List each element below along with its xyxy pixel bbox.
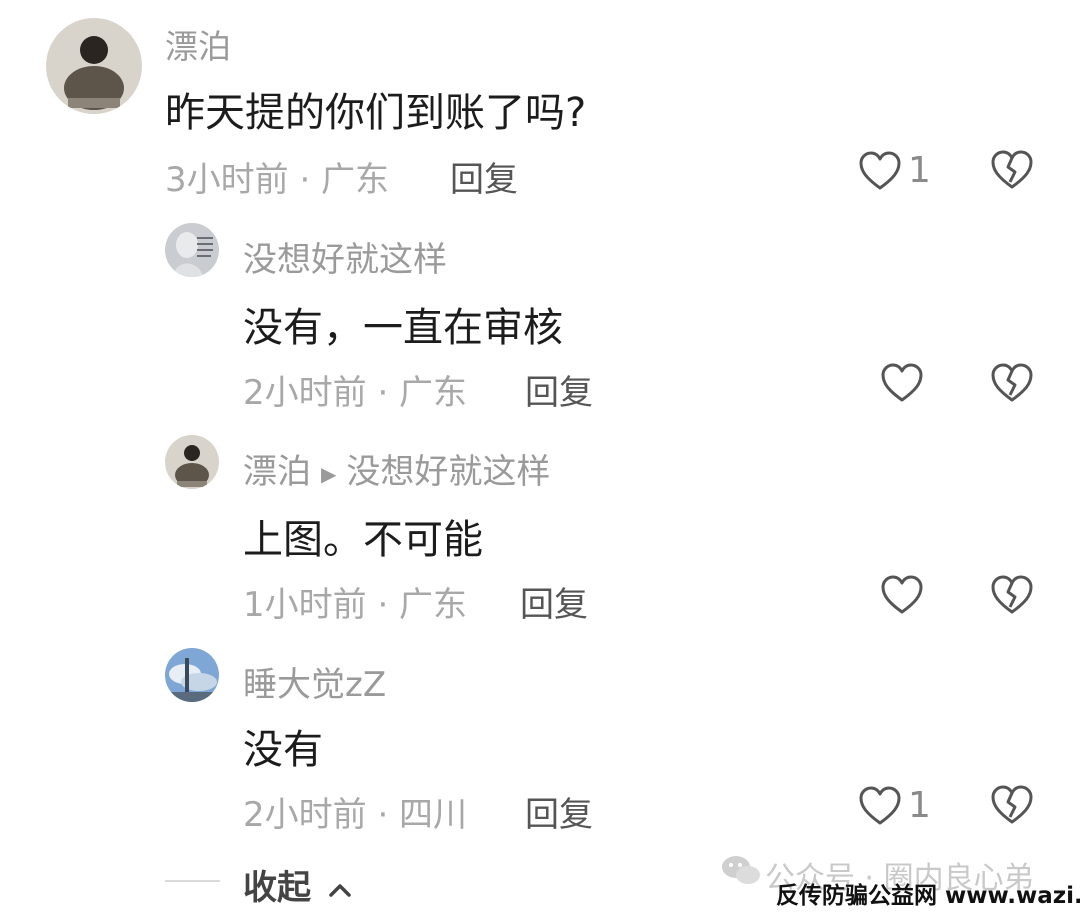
comment-text: 昨天提的你们到账了吗?: [165, 90, 587, 136]
collapse-label: 收起: [243, 868, 311, 908]
comment-top-level: 漂泊 昨天提的你们到账了吗? 3小时前 · 广东 回复 1: [0, 0, 1080, 200]
reply-button[interactable]: 回复: [525, 365, 593, 414]
avatar[interactable]: [46, 18, 142, 114]
comment-text: 上图。不可能: [243, 517, 483, 563]
comment-meta: 2小时前 · 广东: [243, 373, 468, 413]
broken-heart-icon: [991, 785, 1033, 824]
heart-icon: [859, 786, 901, 824]
comment-reply: 睡大觉zZ 没有 2小时前 · 四川 回复 1: [0, 645, 1080, 845]
author-name[interactable]: 漂泊: [243, 452, 311, 492]
chevron-up-icon: [329, 883, 351, 897]
broken-heart-icon: [991, 575, 1033, 614]
dislike-button[interactable]: [990, 150, 1034, 190]
avatar[interactable]: [165, 223, 219, 277]
like-button[interactable]: [880, 363, 930, 403]
comment-meta: 3小时前 · 广东: [165, 160, 390, 200]
dislike-button[interactable]: [990, 575, 1034, 615]
comment-meta: 1小时前 · 广东: [243, 585, 468, 625]
reply-to-name[interactable]: 没想好就这样: [346, 452, 550, 492]
comment-reply: 没想好就这样 没有，一直在审核 2小时前 · 广东 回复: [0, 220, 1080, 420]
like-button[interactable]: 1: [858, 150, 931, 191]
wechat-icon: [722, 856, 760, 884]
watermark-black: 反传防骗公益网 www.wazi.cc: [776, 883, 1080, 909]
broken-heart-icon: [991, 363, 1033, 402]
reply-button[interactable]: 回复: [450, 152, 518, 201]
avatar[interactable]: [165, 435, 219, 489]
comment-meta: 2小时前 · 四川: [243, 795, 468, 835]
reply-arrow-icon: ▶: [321, 461, 337, 486]
comment-text: 没有: [243, 727, 323, 773]
comment-author[interactable]: 睡大觉zZ: [243, 657, 386, 706]
heart-icon: [859, 151, 901, 189]
heart-icon: [881, 363, 923, 402]
dislike-button[interactable]: [990, 785, 1034, 825]
like-button[interactable]: 1: [858, 785, 931, 826]
like-count: 1: [908, 785, 931, 826]
comment-text: 没有，一直在审核: [243, 305, 563, 351]
heart-icon: [881, 575, 923, 614]
collapse-divider: [165, 880, 220, 882]
like-count: 1: [908, 150, 931, 191]
comment-author[interactable]: 没想好就这样: [243, 232, 447, 281]
dislike-button[interactable]: [990, 363, 1034, 403]
broken-heart-icon: [991, 150, 1033, 189]
like-button[interactable]: [880, 575, 930, 615]
comment-author[interactable]: 漂泊: [165, 20, 231, 68]
comment-author[interactable]: 漂泊 ▶ 没想好就这样: [243, 444, 550, 493]
reply-button[interactable]: 回复: [520, 577, 588, 626]
avatar[interactable]: [165, 648, 219, 702]
reply-button[interactable]: 回复: [525, 787, 593, 836]
collapse-button[interactable]: 收起: [243, 860, 353, 909]
comment-reply: 漂泊 ▶ 没想好就这样 上图。不可能 1小时前 · 广东 回复: [0, 432, 1080, 632]
